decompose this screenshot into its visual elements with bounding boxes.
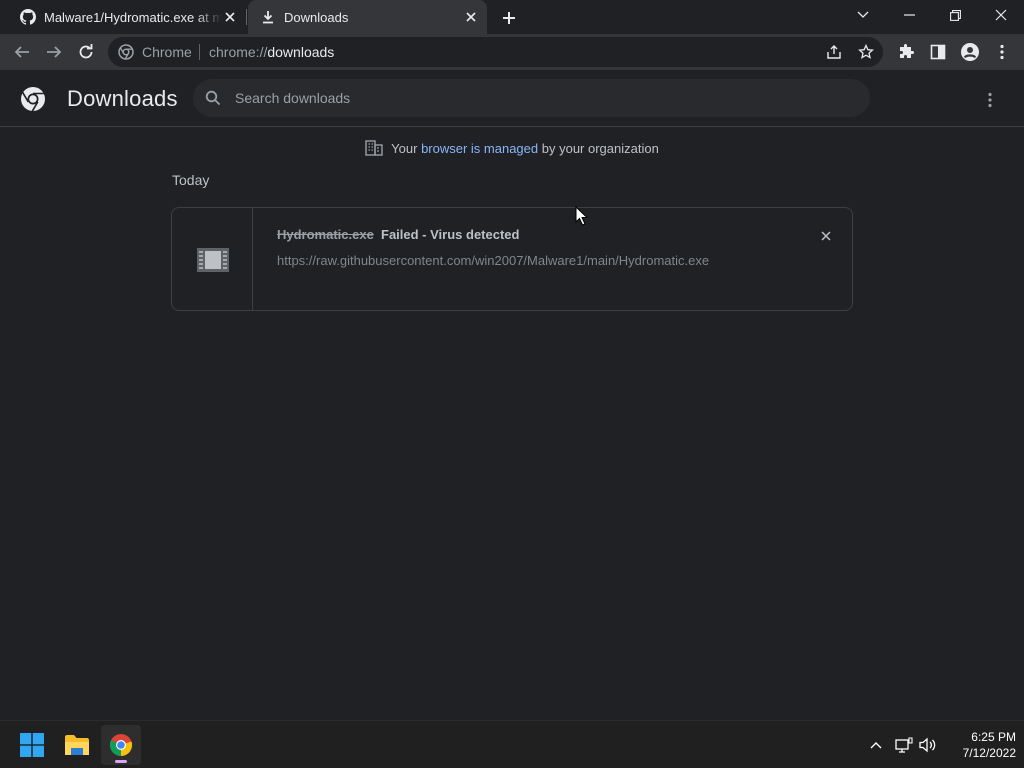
chevron-down-icon [857, 11, 869, 18]
omnibox-separator [199, 44, 200, 60]
puzzle-icon [900, 44, 914, 58]
chrome-icon [109, 734, 133, 757]
close-icon [821, 231, 831, 241]
share-icon [827, 45, 841, 59]
start-button[interactable] [12, 725, 52, 765]
restore-button[interactable] [932, 0, 978, 30]
browser-managed-link[interactable]: browser is managed [421, 141, 538, 156]
new-tab-button[interactable] [498, 7, 520, 29]
extensions-button[interactable] [892, 38, 920, 66]
managed-prefix: Your [391, 141, 418, 156]
back-button[interactable] [8, 38, 36, 66]
tab-strip: Malware1/Hydromatic.exe at main Download… [0, 0, 1024, 34]
reload-button[interactable] [72, 38, 100, 66]
mouse-cursor-icon [575, 205, 589, 226]
forward-button[interactable] [40, 38, 68, 66]
download-url[interactable]: https://raw.githubusercontent.com/win200… [277, 253, 709, 268]
omnibox-chip: Chrome [142, 44, 192, 60]
omnibox-url[interactable]: chrome://downloads [209, 44, 334, 60]
side-panel-icon [930, 44, 946, 60]
chrome-icon [118, 44, 134, 60]
download-item: Hydromatic.exe Failed - Virus detected h… [171, 207, 853, 311]
active-app-indicator [115, 760, 127, 763]
file-name: Hydromatic.exe [277, 227, 374, 242]
speaker-icon [919, 737, 936, 753]
tab-github[interactable]: Malware1/Hydromatic.exe at main [0, 0, 246, 34]
chrome-logo-icon [20, 86, 46, 112]
tab-separator [246, 9, 247, 25]
arrow-right-icon [47, 46, 62, 58]
close-window-button[interactable] [978, 0, 1024, 30]
chrome-menu-button[interactable] [988, 38, 1016, 66]
search-icon [205, 90, 221, 106]
close-icon[interactable] [222, 9, 238, 25]
downloads-header: Downloads [0, 70, 1024, 127]
minimize-button[interactable] [886, 0, 932, 30]
star-icon [858, 44, 874, 59]
file-executable-icon [197, 248, 229, 272]
system-clock[interactable]: 6:25 PM 7/12/2022 [940, 729, 1016, 761]
github-icon [20, 9, 36, 25]
tab-title: Malware1/Hydromatic.exe at main [44, 9, 222, 25]
more-actions-button[interactable] [976, 86, 1004, 114]
minimize-icon [903, 14, 915, 16]
network-icon [895, 737, 913, 753]
close-icon [995, 9, 1007, 21]
network-button[interactable] [894, 735, 914, 755]
search-box[interactable] [193, 79, 870, 117]
bookmark-button[interactable] [858, 44, 874, 60]
folder-icon [65, 735, 89, 755]
volume-button[interactable] [918, 735, 938, 755]
windows-logo-icon [20, 733, 44, 757]
plus-icon [503, 12, 515, 24]
download-status: Failed - Virus detected [381, 227, 520, 242]
share-button[interactable] [826, 44, 842, 60]
page-title: Downloads [67, 86, 178, 111]
remove-download-button[interactable] [816, 226, 836, 246]
arrow-left-icon [14, 46, 29, 58]
url-host: downloads [267, 44, 335, 60]
tab-search-button[interactable] [840, 0, 886, 30]
clock-date: 7/12/2022 [962, 746, 1016, 760]
date-heading: Today [172, 172, 210, 188]
download-icon [260, 9, 276, 25]
browser-toolbar: Chrome chrome://downloads [0, 34, 1024, 70]
tab-downloads[interactable]: Downloads [248, 0, 487, 34]
file-icon-column [172, 208, 253, 310]
managed-suffix: by your organization [541, 141, 659, 156]
clock-time: 6:25 PM [971, 730, 1016, 744]
reload-icon [79, 44, 93, 59]
search-input[interactable] [235, 79, 835, 117]
close-icon[interactable] [463, 9, 479, 25]
avatar-icon [961, 43, 979, 61]
managed-notice: Your browser is managed by your organiza… [0, 140, 1024, 159]
side-panel-button[interactable] [924, 38, 952, 66]
url-scheme: chrome:// [209, 44, 268, 60]
restore-icon [949, 9, 961, 21]
kebab-icon [1000, 44, 1004, 60]
kebab-icon [988, 92, 992, 108]
file-explorer-button[interactable] [57, 725, 97, 765]
chrome-taskbar-button[interactable] [101, 725, 141, 765]
show-hidden-icons-button[interactable] [866, 735, 886, 755]
chevron-up-icon [870, 742, 882, 749]
profile-button[interactable] [956, 38, 984, 66]
tab-title: Downloads [284, 9, 349, 25]
windows-taskbar: 6:25 PM 7/12/2022 [0, 720, 1024, 768]
omnibox[interactable]: Chrome chrome://downloads [108, 37, 883, 67]
building-icon [365, 140, 383, 159]
